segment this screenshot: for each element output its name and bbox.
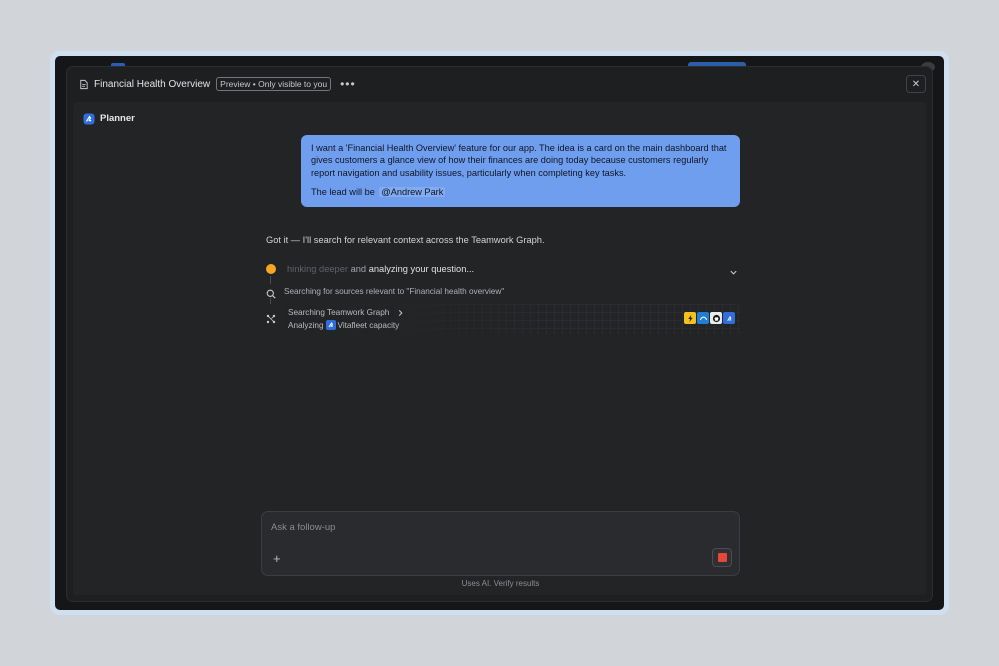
more-options-button[interactable]: ••• [340,78,356,90]
planner-modal: Financial Health Overview Preview • Only… [66,66,933,602]
search-icon [266,286,276,299]
thinking-text: hinking deeper and analyzing your questi… [287,264,475,274]
add-attachment-button[interactable]: + [273,552,281,565]
agent-name: Planner [100,112,135,124]
planner-icon [83,112,95,125]
agent-header: Planner [83,112,135,125]
sky-icon [696,311,710,325]
modal-title: Financial Health Overview [94,78,211,90]
timeline-connector [270,276,271,284]
follow-up-input[interactable] [271,520,711,534]
stop-icon [717,553,727,562]
device-frame: Financial Health Overview Preview • Only… [50,51,949,615]
graph-nodes-icon [266,311,276,324]
ai-disclaimer: Uses AI. Verify results [461,579,540,588]
close-button[interactable]: ✕ [906,75,926,93]
graph-step-title: Searching Teamwork Graph [288,308,404,317]
ai-reply-text: Got it — I'll search for relevant contex… [266,235,545,245]
app-background: Financial Health Overview Preview • Only… [55,56,944,610]
search-step-text: Searching for sources relevant to "Finan… [284,286,505,296]
chevron-down-icon[interactable] [729,264,738,275]
lead-prefix: The lead will be [311,187,375,198]
source-tools [683,311,736,325]
graph-step[interactable]: Searching Teamwork Graph Analyzing Vitaf… [266,304,740,334]
thinking-status[interactable]: hinking deeper and analyzing your questi… [266,263,740,275]
composer: + [261,511,740,576]
user-message-bubble: I want a 'Financial Health Overview' fea… [301,135,740,207]
stop-button[interactable] [712,548,732,567]
lead-line: The lead will be @Andrew Park [311,186,730,198]
jira-icon [722,311,736,325]
search-step: Searching for sources relevant to "Finan… [266,286,505,299]
jira-icon [325,320,336,330]
preview-badge: Preview • Only visible to you [216,77,332,91]
github-icon [709,311,723,325]
user-mention[interactable]: @Andrew Park [379,187,446,198]
graph-step-sub: Analyzing Vitafleet capacity [288,320,400,330]
user-message-text: I want a 'Financial Health Overview' fea… [311,143,727,178]
modal-header: Financial Health Overview Preview • Only… [67,67,932,101]
chevron-right-icon[interactable] [397,309,404,317]
doc-icon [78,79,89,90]
zap-icon [683,311,697,325]
status-dot [266,264,276,274]
chat-canvas: Planner I want a 'Financial Health Overv… [73,102,926,595]
